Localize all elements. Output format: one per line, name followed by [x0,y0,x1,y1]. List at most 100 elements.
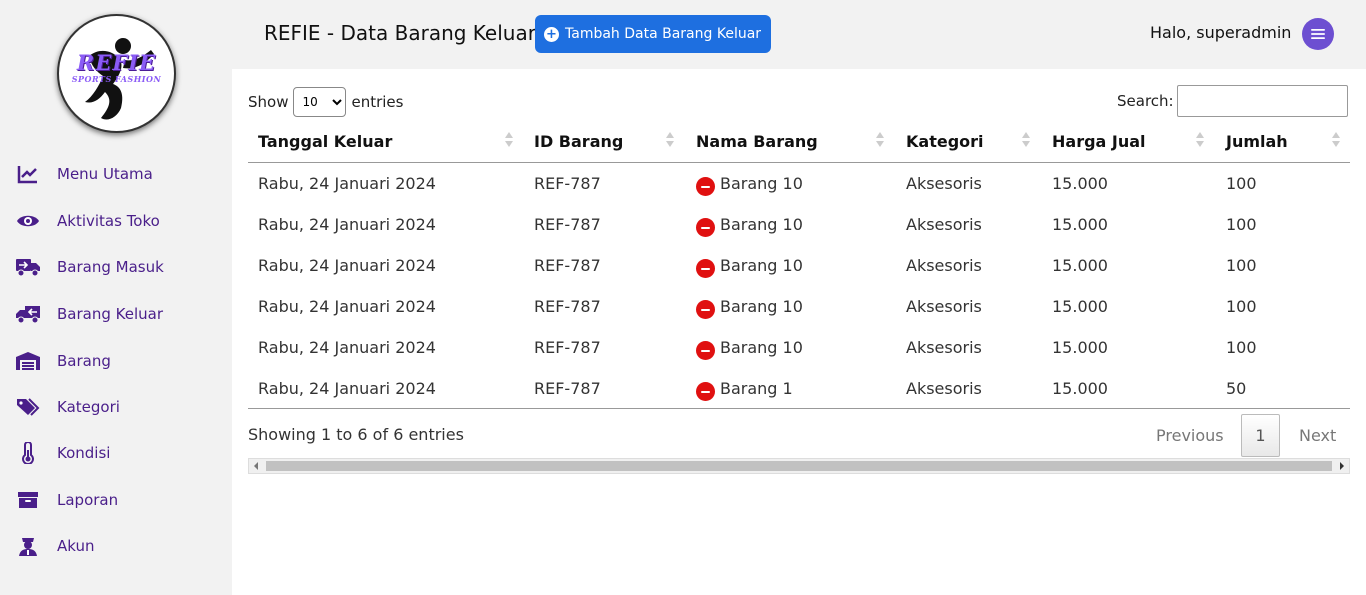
table-row[interactable]: Rabu, 24 Januari 2024 REF-787 Barang 10 … [248,327,1350,368]
minus-circle-icon [696,300,715,320]
column-header-label: Harga Jual [1052,131,1146,151]
column-header-label: Tanggal Keluar [258,131,393,151]
column-header-label: Jumlah [1226,131,1288,151]
sidebar-item-akun[interactable]: Akun [0,528,232,564]
item-name: Barang 1 [720,379,793,398]
brand-logo[interactable]: REFIE SPORTS FASHION [57,14,176,133]
search-input[interactable] [1176,85,1348,117]
cell-harga-jual: 15.000 [1052,379,1108,398]
column-header-label: Nama Barang [696,131,818,151]
cell-tanggal-keluar: Rabu, 24 Januari 2024 [258,256,436,275]
table-row[interactable]: Rabu, 24 Januari 2024 REF-787 Barang 10 … [248,163,1350,204]
sidebar-item-kategori[interactable]: Kategori [0,389,232,425]
search-label: Search: [1117,92,1174,110]
add-button-label: Tambah Data Barang Keluar [565,26,762,42]
cell-tanggal-keluar: Rabu, 24 Januari 2024 [258,174,436,193]
sidebar: REFIE SPORTS FASHION Menu Utama Aktivita… [0,0,232,595]
sidebar-item-aktivitas-toko[interactable]: Aktivitas Toko [0,203,232,239]
item-name: Barang 10 [720,256,803,275]
cell-jumlah: 100 [1226,174,1257,193]
page-length-select[interactable]: 10 [293,87,347,117]
page-length-control: Show 10 entries [248,87,403,117]
sidebar-item-label: Akun [57,537,95,555]
next-page-button[interactable]: Next [1299,414,1336,457]
minus-circle-icon [696,341,715,361]
sidebar-item-label: Laporan [57,491,119,509]
table-header: Tanggal Keluar ID Barang Nama Barang Kat… [248,120,1350,163]
minus-circle-icon [696,218,715,238]
scroll-left-icon[interactable] [254,462,258,470]
cell-id-barang: REF-787 [534,297,601,316]
column-header-nama-barang[interactable]: Nama Barang [696,120,818,162]
column-header-label: Kategori [906,131,984,151]
cell-nama-barang: Barang 1 [696,379,793,404]
cell-nama-barang: Barang 10 [696,174,803,199]
sidebar-item-barang-masuk[interactable]: Barang Masuk [0,249,232,285]
horizontal-scrollbar[interactable] [248,458,1350,474]
column-header-tanggal-keluar[interactable]: Tanggal Keluar [258,120,392,162]
archive-icon [15,488,41,512]
table-body: Rabu, 24 Januari 2024 REF-787 Barang 10 … [248,163,1350,409]
tags-icon [15,395,41,419]
column-header-jumlah[interactable]: Jumlah [1226,120,1288,162]
entries-label: entries [351,93,404,111]
warehouse-icon [15,349,41,373]
item-name: Barang 10 [720,338,803,357]
cell-kategori: Aksesoris [906,338,982,357]
menu-toggle-button[interactable] [1302,18,1334,50]
sort-icon [1332,131,1340,149]
sort-icon [1196,131,1204,149]
sidebar-item-barang-keluar[interactable]: Barang Keluar [0,296,232,332]
scrollbar-thumb[interactable] [266,461,1332,471]
hamburger-icon [1311,29,1325,39]
cell-tanggal-keluar: Rabu, 24 Januari 2024 [258,338,436,357]
column-header-harga-jual[interactable]: Harga Jual [1052,120,1146,162]
table-row[interactable]: Rabu, 24 Januari 2024 REF-787 Barang 1 A… [248,368,1350,409]
barang-keluar-table: Tanggal Keluar ID Barang Nama Barang Kat… [248,120,1350,409]
logo-subtitle: SPORTS FASHION [71,74,162,84]
table-row[interactable]: Rabu, 24 Januari 2024 REF-787 Barang 10 … [248,204,1350,245]
table-row[interactable]: Rabu, 24 Januari 2024 REF-787 Barang 10 … [248,286,1350,327]
truck-out-icon [15,302,41,326]
previous-page-button[interactable]: Previous [1156,414,1224,457]
sidebar-item-laporan[interactable]: Laporan [0,482,232,518]
sidebar-item-label: Aktivitas Toko [57,212,160,230]
cell-kategori: Aksesoris [906,174,982,193]
minus-circle-icon [696,382,715,402]
add-barang-keluar-button[interactable]: + Tambah Data Barang Keluar [535,15,771,53]
sort-icon [666,131,674,149]
column-header-id-barang[interactable]: ID Barang [534,120,623,162]
truck-in-icon [15,255,41,279]
scroll-right-icon[interactable] [1340,462,1344,470]
column-header-kategori[interactable]: Kategori [906,120,984,162]
eye-icon [15,209,41,233]
user-icon [15,534,41,558]
logo-title: REFIE [76,50,157,75]
sidebar-item-kondisi[interactable]: Kondisi [0,435,232,471]
app-root: REFIE SPORTS FASHION Menu Utama Aktivita… [0,0,1366,595]
cell-kategori: Aksesoris [906,297,982,316]
cell-id-barang: REF-787 [534,338,601,357]
sidebar-item-label: Kondisi [57,444,111,462]
thermometer-icon [15,441,41,465]
cell-tanggal-keluar: Rabu, 24 Januari 2024 [258,297,436,316]
user-greeting: Halo, superadmin [1150,23,1292,42]
sidebar-item-label: Barang [57,352,111,370]
sidebar-item-label: Kategori [57,398,120,416]
cell-nama-barang: Barang 10 [696,256,803,281]
page-1-button[interactable]: 1 [1241,414,1280,457]
cell-kategori: Aksesoris [906,256,982,275]
sidebar-item-label: Menu Utama [57,165,153,183]
sidebar-item-barang[interactable]: Barang [0,343,232,379]
content-panel: Show 10 entries Search: Tanggal Keluar I… [232,69,1366,595]
table-row[interactable]: Rabu, 24 Januari 2024 REF-787 Barang 10 … [248,245,1350,286]
cell-jumlah: 100 [1226,215,1257,234]
column-header-label: ID Barang [534,131,624,151]
minus-circle-icon [696,259,715,279]
sidebar-item-menu-utama[interactable]: Menu Utama [0,156,232,192]
page-title: REFIE - Data Barang Keluar [264,21,536,45]
sidebar-item-label: Barang Masuk [57,258,164,276]
plus-circle-icon: + [544,26,559,42]
cell-tanggal-keluar: Rabu, 24 Januari 2024 [258,379,436,398]
cell-id-barang: REF-787 [534,256,601,275]
